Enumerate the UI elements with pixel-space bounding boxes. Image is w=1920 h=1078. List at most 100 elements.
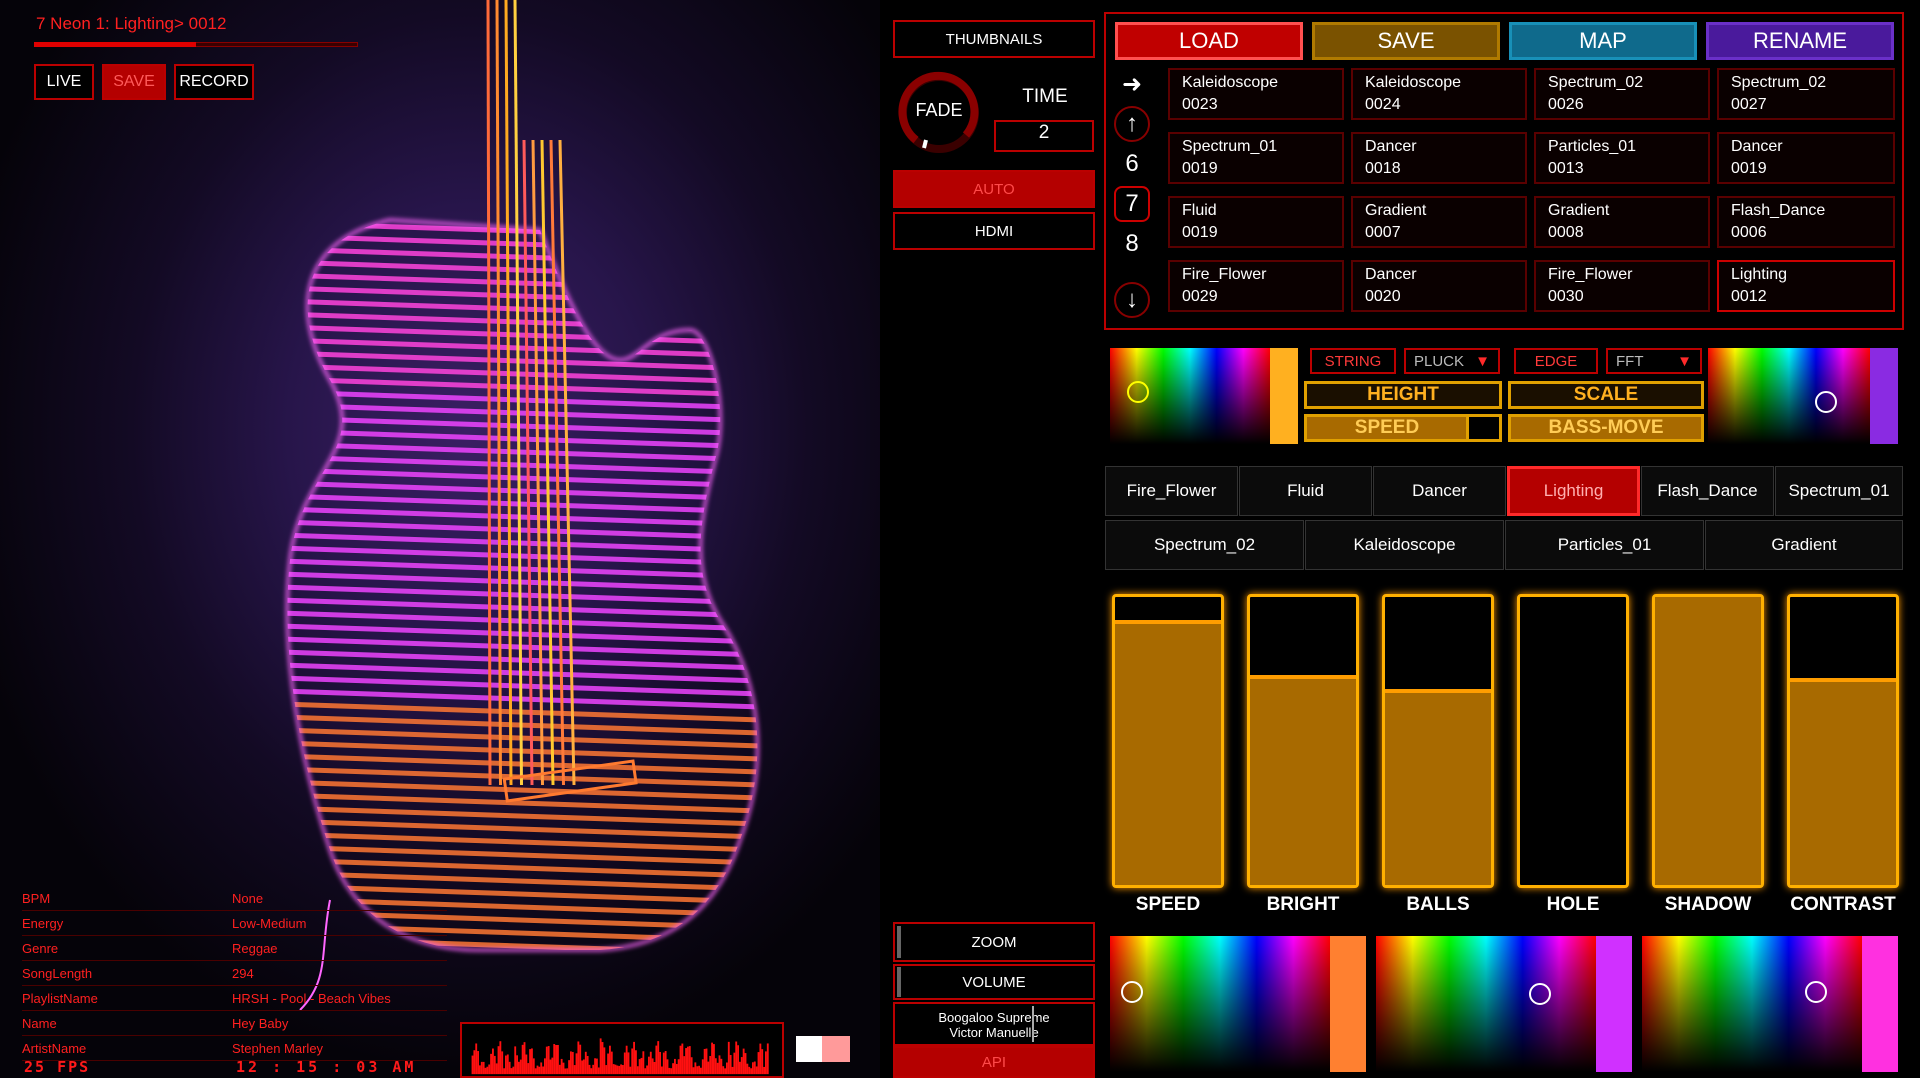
- tab-spectrum-02[interactable]: Spectrum_02: [1105, 520, 1304, 570]
- thumbnails-button[interactable]: THUMBNAILS: [893, 20, 1095, 58]
- preset-name: Kaleidoscope: [1182, 74, 1279, 91]
- slider-shadow[interactable]: [1652, 594, 1764, 888]
- color-picker-bottom[interactable]: [1110, 936, 1366, 1072]
- fft-dropdown[interactable]: FFT ▼: [1606, 348, 1702, 374]
- scale-button[interactable]: SCALE: [1508, 381, 1704, 409]
- tab-spectrum-01[interactable]: Spectrum_01: [1775, 466, 1903, 516]
- preset-cell[interactable]: Gradient 0007: [1351, 196, 1527, 248]
- slider-fill: [1115, 620, 1221, 885]
- color-picker-handle[interactable]: [1121, 981, 1143, 1003]
- speed-button[interactable]: SPEED: [1304, 414, 1470, 442]
- tab-fire-flower[interactable]: Fire_Flower: [1105, 466, 1238, 516]
- load-button[interactable]: LOAD: [1115, 22, 1303, 60]
- slider-bright[interactable]: [1247, 594, 1359, 888]
- slider-balls[interactable]: [1382, 594, 1494, 888]
- pluck-dropdown[interactable]: PLUCK ▼: [1404, 348, 1500, 374]
- preset-cell[interactable]: Dancer 0020: [1351, 260, 1527, 312]
- color-picker-right[interactable]: [1708, 348, 1900, 444]
- preset-cell[interactable]: Fire_Flower 0030: [1534, 260, 1710, 312]
- api-button[interactable]: API: [893, 1046, 1095, 1078]
- preset-id: 0020: [1365, 288, 1401, 305]
- slider-label: SHADOW: [1664, 894, 1752, 915]
- preset-cell[interactable]: Kaleidoscope 0023: [1168, 68, 1344, 120]
- tab-flash-dance[interactable]: Flash_Dance: [1641, 466, 1774, 516]
- color-picker-hue[interactable]: [1862, 936, 1898, 1072]
- preset-id: 0027: [1731, 96, 1767, 113]
- preset-id: 0023: [1182, 96, 1218, 113]
- color-picker-left[interactable]: [1110, 348, 1300, 444]
- preset-cell[interactable]: Dancer 0019: [1717, 132, 1895, 184]
- auto-button[interactable]: AUTO: [893, 170, 1095, 208]
- color-swatch-pink[interactable]: [822, 1036, 850, 1062]
- zoom-slider-handle[interactable]: [897, 926, 901, 958]
- preset-cell[interactable]: Spectrum_02 0027: [1717, 68, 1895, 120]
- now-playing-title: Boogaloo Supreme: [938, 1010, 1050, 1025]
- live-button[interactable]: LIVE: [34, 64, 94, 100]
- zoom-label: ZOOM: [971, 933, 1017, 951]
- preset-cell[interactable]: Fire_Flower 0029: [1168, 260, 1344, 312]
- tab-dancer[interactable]: Dancer: [1373, 466, 1506, 516]
- speed-slider-end[interactable]: [1466, 414, 1502, 442]
- preset-cell[interactable]: Particles_01 0013: [1534, 132, 1710, 184]
- page-down-icon[interactable]: ↓: [1114, 282, 1150, 318]
- slider-hole[interactable]: [1517, 594, 1629, 888]
- time-input[interactable]: 2: [994, 120, 1094, 152]
- tab-kaleidoscope[interactable]: Kaleidoscope: [1305, 520, 1504, 570]
- preset-cell[interactable]: Flash_Dance 0006: [1717, 196, 1895, 248]
- preset-cell[interactable]: Gradient 0008: [1534, 196, 1710, 248]
- color-picker-bottom[interactable]: [1376, 936, 1632, 1072]
- record-button[interactable]: RECORD: [174, 64, 254, 100]
- color-picker-field[interactable]: [1642, 936, 1862, 1072]
- tab-gradient[interactable]: Gradient: [1705, 520, 1903, 570]
- page-up-icon[interactable]: ↑: [1114, 106, 1150, 142]
- preset-cell[interactable]: Lighting 0012: [1717, 260, 1895, 312]
- color-picker-left-hue[interactable]: [1270, 348, 1298, 444]
- map-button[interactable]: MAP: [1509, 22, 1697, 60]
- rename-button[interactable]: RENAME: [1706, 22, 1894, 60]
- chevron-down-icon: ▼: [1677, 352, 1692, 370]
- now-playing-cursor: [1032, 1006, 1034, 1042]
- now-playing: Boogaloo Supreme Victor Manuelle: [893, 1002, 1095, 1046]
- color-swatch-white[interactable]: [796, 1036, 822, 1062]
- tab-particles-01[interactable]: Particles_01: [1505, 520, 1704, 570]
- preset-cell[interactable]: Dancer 0018: [1351, 132, 1527, 184]
- color-picker-handle[interactable]: [1529, 983, 1551, 1005]
- page-8-button[interactable]: 8: [1114, 226, 1150, 262]
- preset-name: Fire_Flower: [1548, 266, 1633, 283]
- song-info-table: BPM None Energy Low-Medium Genre Reggae SongLe…: [22, 886, 447, 1061]
- string-button[interactable]: STRING: [1310, 348, 1396, 374]
- preset-cell[interactable]: Spectrum_01 0019: [1168, 132, 1344, 184]
- color-picker-field[interactable]: [1110, 936, 1330, 1072]
- preset-cell[interactable]: Fluid 0019: [1168, 196, 1344, 248]
- color-picker-field[interactable]: [1376, 936, 1596, 1072]
- color-picker-hue[interactable]: [1596, 936, 1632, 1072]
- next-arrow-icon[interactable]: ➜: [1114, 66, 1150, 102]
- page-7-button[interactable]: 7: [1114, 186, 1150, 222]
- page-6-button[interactable]: 6: [1114, 146, 1150, 182]
- color-picker-right-hue[interactable]: [1870, 348, 1898, 444]
- save-button[interactable]: SAVE: [102, 64, 166, 100]
- hdmi-button[interactable]: HDMI: [893, 212, 1095, 250]
- edge-button[interactable]: EDGE: [1514, 348, 1598, 374]
- color-picker-handle[interactable]: [1805, 981, 1827, 1003]
- slider-contrast[interactable]: [1787, 594, 1899, 888]
- fps-counter: 25 FPS: [24, 1058, 91, 1076]
- preset-name: Gradient: [1365, 202, 1427, 219]
- color-picker-bottom[interactable]: [1642, 936, 1898, 1072]
- color-picker-left-handle[interactable]: [1127, 381, 1149, 403]
- height-button[interactable]: HEIGHT: [1304, 381, 1502, 409]
- bass-move-button[interactable]: BASS-MOVE: [1508, 414, 1704, 442]
- tab-fluid[interactable]: Fluid: [1239, 466, 1372, 516]
- color-picker-right-handle[interactable]: [1815, 391, 1837, 413]
- save-preset-button[interactable]: SAVE: [1312, 22, 1500, 60]
- preset-cell[interactable]: Spectrum_02 0026: [1534, 68, 1710, 120]
- volume-slider-handle[interactable]: [897, 967, 901, 997]
- volume-slider[interactable]: VOLUME: [893, 964, 1095, 1000]
- slider-speed[interactable]: [1112, 594, 1224, 888]
- tab-lighting[interactable]: Lighting: [1507, 466, 1640, 516]
- color-picker-right-field[interactable]: [1708, 348, 1870, 444]
- preset-cell[interactable]: Kaleidoscope 0024: [1351, 68, 1527, 120]
- info-value: Reggae: [232, 940, 278, 956]
- color-picker-hue[interactable]: [1330, 936, 1366, 1072]
- zoom-slider[interactable]: ZOOM: [893, 922, 1095, 962]
